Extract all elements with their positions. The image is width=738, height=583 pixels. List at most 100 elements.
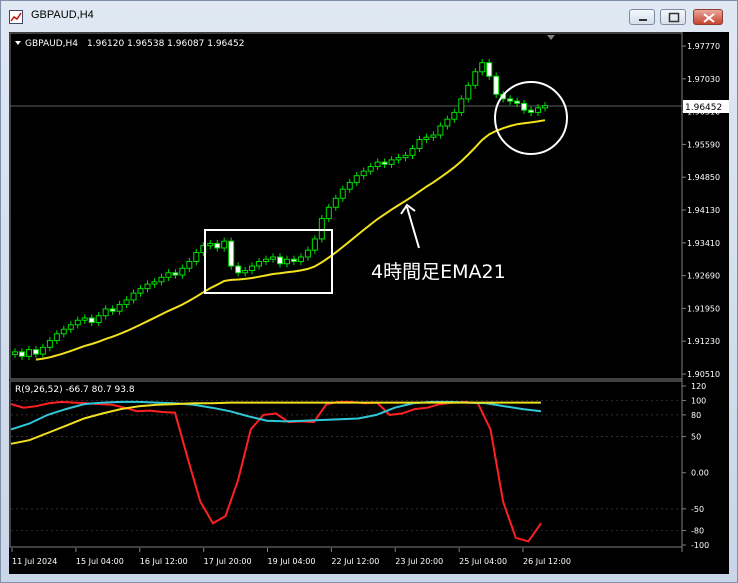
candle-body [214,242,221,249]
candle-body [409,148,416,156]
indicator-tick-label: 80 [691,411,701,420]
candle-body [367,166,374,172]
price-chart[interactable]: GBPAUD,H4 1.96120 1.96538 1.96087 1.9645… [9,32,729,574]
candle-body [283,258,290,265]
price-tick-label: 1.95590 [687,140,720,149]
time-axis: 11 Jul 2024 15 Jul 04:00 16 Jul 12:00 17 Ju… [11,548,571,566]
indicator-series-line [10,400,542,543]
chart-area[interactable]: GBPAUD,H4 1.96120 1.96538 1.96087 1.9645… [9,32,729,574]
candle-body [172,272,179,276]
candle-body [32,349,39,355]
candle-body [74,319,81,326]
time-tick-label: 11 Jul 2024 [12,557,57,566]
candle-body [60,328,67,335]
candle-body [221,240,228,249]
indicator-tick-label: -100 [691,541,709,550]
price-tick-label: 1.94850 [687,173,720,182]
window-title: GBPAUD,H4 [31,9,94,21]
indicator-header: R(9,26,52) -66.7 80.7 93.8 [15,385,135,395]
candle-body [437,125,444,136]
candle-body [53,333,60,342]
time-tick-label: 26 Jul 12:00 [523,557,571,566]
candle-body [193,251,200,263]
price-tick-label: 1.91950 [687,304,720,313]
close-icon [703,13,715,23]
candle-body [12,351,18,356]
candle-body [67,324,74,330]
indicator-lines [10,400,542,543]
candle-body [304,249,311,258]
candle-body [528,109,535,113]
candle-body [95,315,102,323]
time-tick-label: 17 Jul 20:00 [204,557,252,566]
chart-window: GBPAUD,H4 GBPAUD,H4 1.96120 1.96538 1.96… [0,0,738,583]
price-tick-label: 1.97770 [687,42,720,51]
ohlc-values: 1.96120 1.96538 1.96087 1.96452 [87,39,244,49]
annotation-arrow [406,206,420,249]
candle-body [353,175,360,183]
highlight-circle [494,81,568,155]
title-bar[interactable]: GBPAUD,H4 [1,1,737,31]
main-plot-frame [9,32,683,380]
candle-body [542,105,548,109]
candle-body [493,75,500,95]
price-tick-label: 1.90510 [687,370,720,379]
ema21-annotation: 4時間足EMA21 [371,261,506,283]
time-tick-label: 19 Jul 04:00 [268,557,316,566]
candle-body [88,317,95,323]
current-price-label: 1.96452 [685,103,722,113]
candle-body [290,258,297,263]
candle-body [207,242,214,247]
candle-body [311,238,318,251]
candle-body [102,308,109,317]
candle-body [263,258,270,263]
collapse-icon [15,41,21,45]
time-tick-label: 23 Jul 20:00 [395,557,443,566]
price-tick-label: 1.97030 [687,75,720,84]
indicator-series-line [10,400,542,431]
candle-body [458,98,465,113]
candle-body [123,299,130,305]
candle-body [332,197,339,208]
price-axis: 1.977701.970301.963101.955901.948501.941… [682,42,720,379]
candle-body [277,256,283,265]
indicator-tick-label: -50 [691,505,704,514]
minimize-icon [639,19,647,21]
candle-body [228,240,235,267]
candle-body [430,134,437,138]
time-tick-label: 16 Jul 12:00 [140,557,188,566]
ema21-line [35,119,546,361]
candle-body [130,292,137,301]
candle-body [25,349,32,357]
candle-body [381,161,388,165]
candle-body [137,288,144,294]
candle-body [242,270,249,274]
candle-body [402,154,409,159]
candle-body [256,261,263,267]
candle-body [486,62,493,77]
chart-window-icon [9,9,23,24]
indicator-tick-label: 120 [691,382,706,391]
candles [12,59,548,360]
candle-body [416,139,423,150]
indicator-series-line [10,401,541,445]
maximize-icon [668,12,680,23]
time-tick-label: 25 Jul 04:00 [459,557,507,566]
candle-body [109,308,116,312]
candle-body [388,159,395,165]
indicator-tick-label: 0.00 [691,469,709,478]
candle-body [165,272,172,278]
candle-body [479,62,486,73]
symbol-label: GBPAUD,H4 [25,39,78,49]
indicator-axis: 120 100 80 50 0.00 -50 -80 -100 [11,382,709,550]
candle-body [18,351,25,357]
candle-body [39,346,46,355]
candle-body [423,136,430,141]
candle-body [151,281,158,285]
candle-body [360,170,367,177]
close-button[interactable] [693,9,723,25]
indicator-tick-label: 50 [691,433,701,442]
candle-body [535,107,542,113]
minimize-button[interactable] [629,9,655,25]
maximize-button[interactable] [660,9,686,25]
